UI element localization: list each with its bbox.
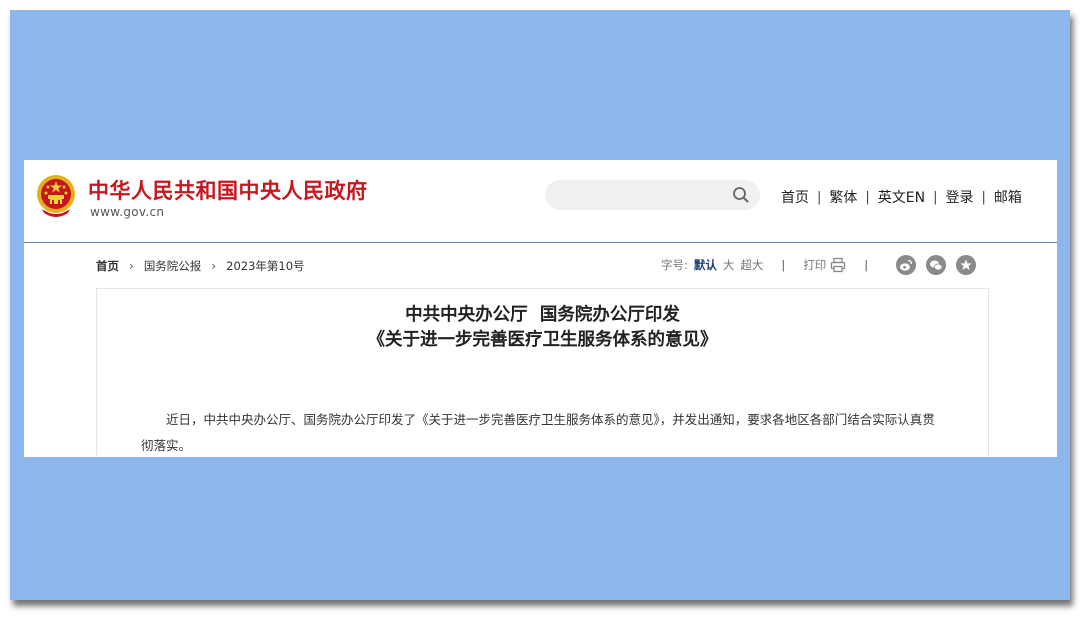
tools-separator: |	[864, 258, 869, 272]
breadcrumb-home[interactable]: 首页	[96, 258, 119, 274]
weibo-icon[interactable]	[896, 255, 917, 275]
chevron-right-icon: ›	[129, 259, 134, 273]
tools-separator: |	[781, 258, 786, 272]
nav-separator: |	[981, 189, 986, 205]
font-size-xlarge[interactable]: 超大	[740, 257, 763, 273]
nav-separator: |	[817, 189, 822, 205]
search-input[interactable]	[559, 180, 723, 212]
search-box[interactable]	[545, 180, 760, 212]
site-title[interactable]: 中华人民共和国中央人民政府	[88, 175, 368, 205]
site-header: 中华人民共和国中央人民政府 www.gov.cn 首页 | 繁体 | 英文EN …	[24, 160, 1057, 243]
font-size-label: 字号:	[661, 258, 688, 272]
nav-separator: |	[933, 189, 938, 205]
article-title-line2: 《关于进一步完善医疗卫生服务体系的意见》	[367, 330, 718, 350]
nav-login[interactable]: 登录	[946, 187, 974, 207]
article-title: 中共中央办公厅 国务院办公厅印发 《关于进一步完善医疗卫生服务体系的意见》	[97, 303, 988, 353]
print-button[interactable]: 打印	[803, 257, 826, 273]
font-size-large[interactable]: 大	[723, 257, 735, 273]
breadcrumb-gazette[interactable]: 国务院公报	[144, 258, 202, 274]
breadcrumb: 首页 › 国务院公报 › 2023年第10号	[96, 258, 305, 274]
article-body: 近日，中共中央办公厅、国务院办公厅印发了《关于进一步完善医疗卫生服务体系的意见》…	[141, 407, 941, 457]
chevron-right-icon: ›	[211, 259, 217, 273]
national-emblem-icon	[37, 175, 75, 217]
article-paragraph: 近日，中共中央办公厅、国务院办公厅印发了《关于进一步完善医疗卫生服务体系的意见》…	[141, 412, 935, 453]
nav-home[interactable]: 首页	[781, 187, 809, 207]
printer-icon[interactable]	[830, 257, 846, 273]
article-title-line1: 中共中央办公厅 国务院办公厅印发	[405, 305, 680, 325]
nav-traditional[interactable]: 繁体	[829, 187, 857, 207]
article-tools: 字号: 默认 大 超大 | 打印 |	[661, 255, 977, 275]
search-icon[interactable]	[732, 186, 750, 204]
favorite-icon[interactable]	[956, 255, 977, 275]
top-nav: 首页 | 繁体 | 英文EN | 登录 | 邮箱	[781, 187, 1022, 207]
wechat-icon[interactable]	[926, 255, 947, 275]
nav-separator: |	[865, 189, 870, 205]
article-box: 中共中央办公厅 国务院办公厅印发 《关于进一步完善医疗卫生服务体系的意见》 近日…	[96, 288, 989, 457]
font-size-default[interactable]: 默认	[694, 257, 717, 273]
nav-english[interactable]: 英文EN	[878, 187, 925, 207]
nav-mailbox[interactable]: 邮箱	[994, 187, 1022, 207]
site-domain: www.gov.cn	[90, 205, 165, 219]
breadcrumb-issue[interactable]: 2023年第10号	[226, 258, 304, 274]
website-page: 中华人民共和国中央人民政府 www.gov.cn 首页 | 繁体 | 英文EN …	[24, 160, 1057, 457]
